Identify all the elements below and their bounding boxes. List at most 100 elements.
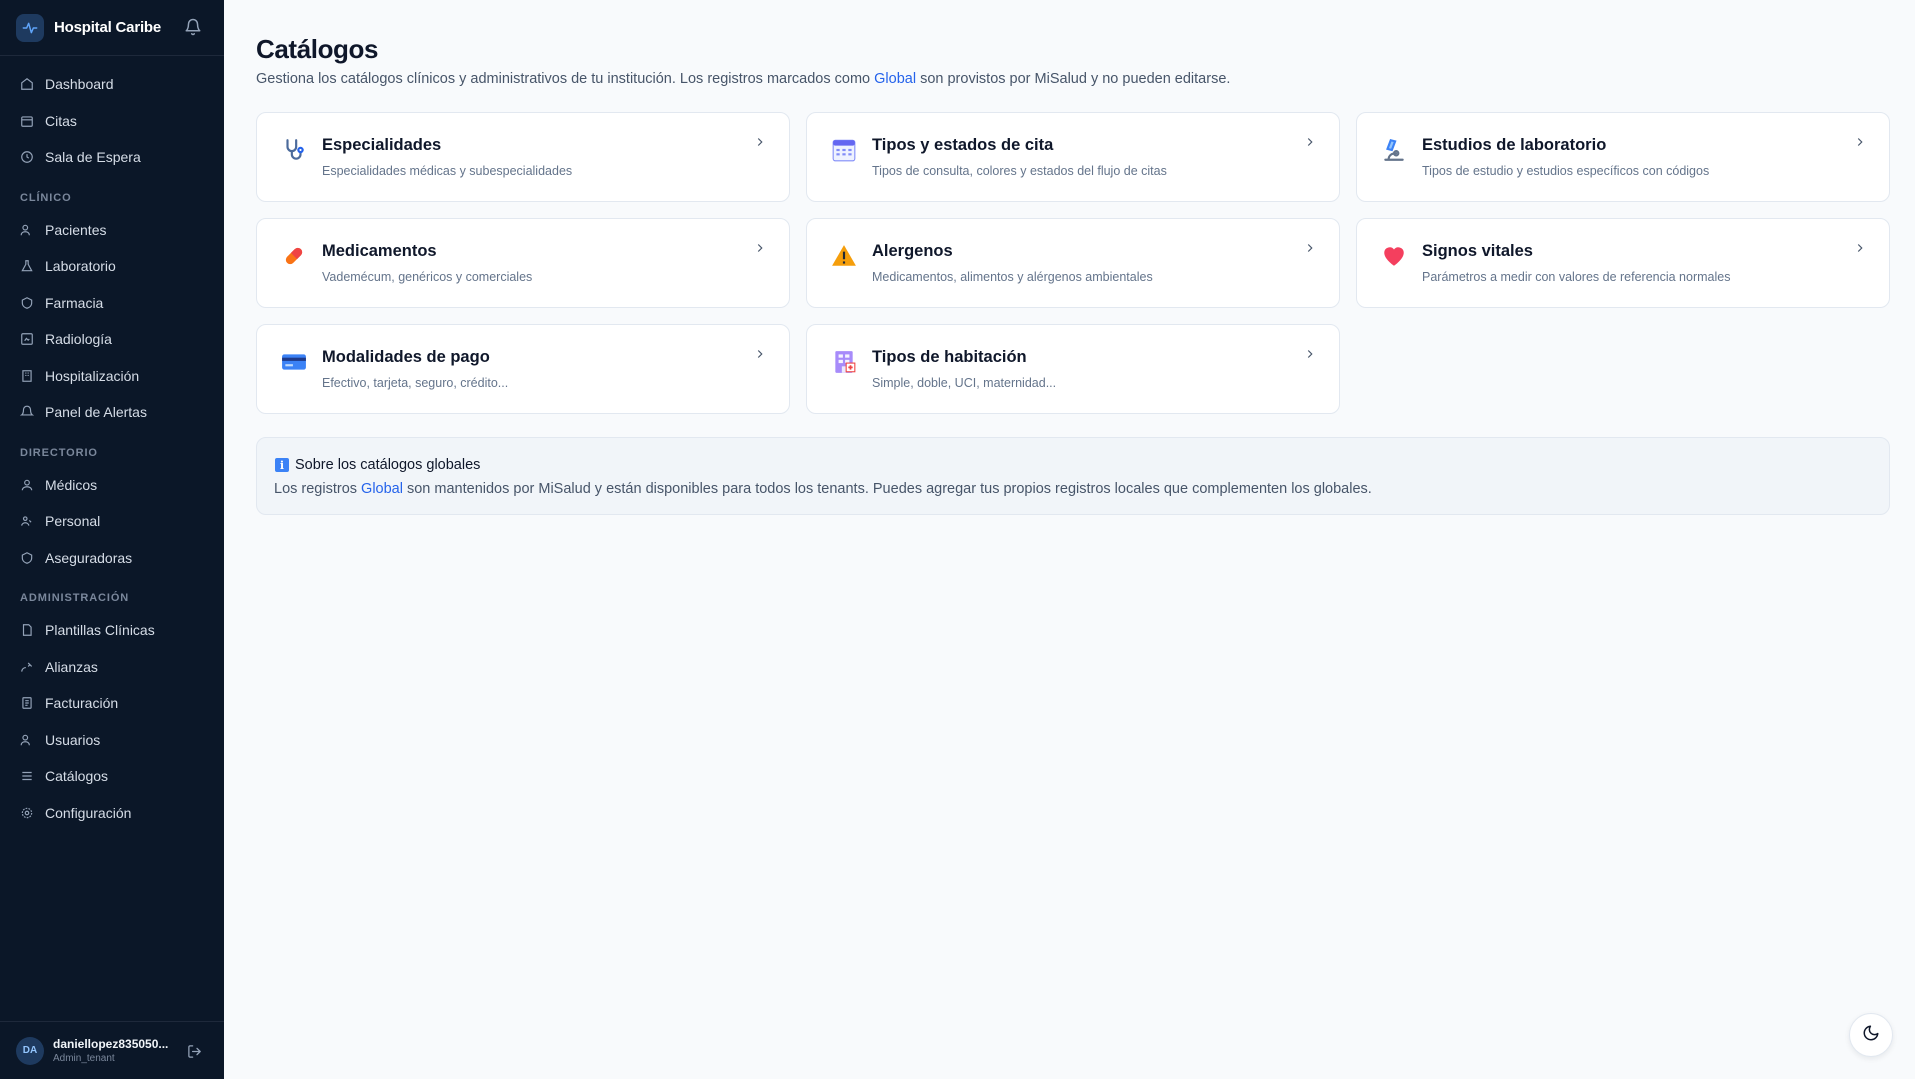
card-title: Alergenos — [872, 242, 953, 260]
card-title: Modalidades de pago — [322, 348, 490, 366]
sidebar-item-label: Facturación — [45, 695, 119, 712]
subtitle-text-end: son provistos por MiSalud y no pueden ed… — [916, 71, 1231, 87]
hospital-bed-icon — [831, 349, 857, 375]
sidebar-item-aseguradoras[interactable]: Aseguradoras — [0, 540, 224, 577]
sidebar: Hospital Caribe Dashboard Citas Sala de … — [0, 0, 224, 1079]
sidebar-item-personal[interactable]: Personal — [0, 503, 224, 540]
chevron-right-icon — [1303, 347, 1317, 366]
sidebar-item-dashboard[interactable]: Dashboard — [0, 66, 224, 103]
card-description: Vademécum, genéricos y comerciales — [322, 270, 533, 284]
user-bar: DA daniellopez835050... Admin_tenant — [0, 1021, 224, 1079]
user-role: Admin_tenant — [53, 1053, 115, 1064]
sidebar-item-farmacia[interactable]: Farmacia — [0, 285, 224, 322]
notifications-bell-icon[interactable] — [184, 18, 202, 41]
avatar[interactable]: DA — [16, 1036, 44, 1065]
sidebar-item-label: Citas — [45, 112, 77, 129]
list-icon — [20, 769, 34, 783]
global-link[interactable]: Global — [874, 71, 916, 87]
sidebar-item-facturacion[interactable]: Facturación — [0, 685, 224, 722]
sidebar-item-panel-de-alertas[interactable]: Panel de Alertas — [0, 394, 224, 431]
subtitle-text: Gestiona los catálogos clínicos y admini… — [256, 71, 875, 87]
card-title: Signos vitales — [1422, 242, 1533, 260]
catalog-card-tipos-estados-cita[interactable]: Tipos y estados de cita Tipos de consult… — [806, 112, 1340, 202]
sidebar-item-usuarios[interactable]: Usuarios — [0, 722, 224, 759]
chevron-right-icon — [753, 135, 767, 154]
sidebar-item-medicos[interactable]: Médicos — [0, 467, 224, 504]
microscope-icon — [1381, 137, 1407, 163]
card-title: Especialidades — [322, 136, 442, 154]
sidebar-item-plantillas-clinicas[interactable]: Plantillas Clínicas — [0, 612, 224, 649]
nav-section-clinico: CLÍNICO — [20, 191, 72, 204]
moon-icon — [1862, 1024, 1880, 1047]
sidebar-item-pacientes[interactable]: Pacientes — [0, 212, 224, 249]
info-icon: i — [275, 458, 289, 472]
card-description: Especialidades médicas y subespecialidad… — [322, 164, 573, 178]
global-link[interactable]: Global — [361, 481, 403, 497]
page-title: Catálogos — [256, 34, 379, 64]
chevron-right-icon — [1853, 241, 1867, 260]
info-text: Los registros Global son mantenidos por … — [274, 481, 1372, 497]
catalog-card-modalidades-pago[interactable]: Modalidades de pago Efectivo, tarjeta, s… — [256, 324, 790, 414]
sidebar-item-laboratorio[interactable]: Laboratorio — [0, 248, 224, 285]
pulse-logo-icon[interactable] — [16, 13, 44, 42]
shield-icon — [20, 551, 34, 565]
nav-section-directorio: DIRECTORIO — [20, 446, 98, 459]
chevron-right-icon — [753, 241, 767, 260]
sidebar-item-label: Plantillas Clínicas — [45, 622, 155, 639]
file-icon — [20, 623, 34, 637]
theme-toggle-button[interactable] — [1849, 1013, 1893, 1057]
handshake-icon — [20, 660, 34, 674]
catalog-card-estudios-laboratorio[interactable]: Estudios de laboratorio Tipos de estudio… — [1356, 112, 1890, 202]
credit-card-icon — [281, 349, 307, 375]
brand-header: Hospital Caribe — [0, 0, 224, 56]
sidebar-item-catalogos[interactable]: Catálogos — [0, 758, 224, 795]
sidebar-item-label: Configuración — [45, 804, 132, 821]
user-info: daniellopez835050... Admin_tenant — [53, 1037, 181, 1064]
chevron-right-icon — [1303, 241, 1317, 260]
gear-icon — [20, 806, 34, 820]
sidebar-item-configuracion[interactable]: Configuración — [0, 795, 224, 832]
heart-icon — [1381, 243, 1407, 269]
sidebar-item-label: Catálogos — [45, 768, 109, 785]
sidebar-item-label: Personal — [45, 513, 101, 530]
card-description: Parámetros a medir con valores de refere… — [1422, 270, 1731, 284]
catalog-card-tipos-habitacion[interactable]: Tipos de habitación Simple, doble, UCI, … — [806, 324, 1340, 414]
catalog-card-especialidades[interactable]: Especialidades Especialidades médicas y … — [256, 112, 790, 202]
calendar-icon — [20, 114, 34, 128]
sidebar-item-label: Usuarios — [45, 731, 101, 748]
sidebar-item-label: Panel de Alertas — [45, 404, 147, 421]
card-description: Medicamentos, alimentos y alérgenos ambi… — [872, 270, 1153, 284]
logout-icon[interactable] — [187, 1044, 202, 1064]
chevron-right-icon — [753, 347, 767, 366]
info-text-start: Los registros — [274, 481, 362, 497]
card-title: Tipos de habitación — [872, 348, 1027, 366]
clock-icon — [20, 150, 34, 164]
info-text-end: son mantenidos por MiSalud y están dispo… — [402, 481, 1372, 497]
chevron-right-icon — [1303, 135, 1317, 154]
user-group-icon — [20, 514, 34, 528]
global-catalogs-info: i Sobre los catálogos globales Los regis… — [256, 437, 1890, 515]
sidebar-item-label: Pacientes — [45, 221, 107, 238]
building-icon — [20, 369, 34, 383]
catalog-card-medicamentos[interactable]: Medicamentos Vademécum, genéricos y come… — [256, 218, 790, 308]
flask-icon — [20, 259, 34, 273]
receipt-icon — [20, 696, 34, 710]
info-title-text: Sobre los catálogos globales — [295, 457, 481, 473]
pill-icon — [281, 243, 307, 269]
stethoscope-icon — [281, 137, 307, 163]
catalog-card-signos-vitales[interactable]: Signos vitales Parámetros a medir con va… — [1356, 218, 1890, 308]
user-name: daniellopez835050... — [53, 1037, 169, 1051]
catalog-card-alergenos[interactable]: Alergenos Medicamentos, alimentos y alér… — [806, 218, 1340, 308]
page-subtitle: Gestiona los catálogos clínicos y admini… — [256, 71, 1230, 87]
sidebar-item-hospitalizacion[interactable]: Hospitalización — [0, 358, 224, 395]
sidebar-item-label: Dashboard — [45, 76, 114, 93]
warning-icon — [831, 243, 857, 269]
calendar-icon — [831, 137, 857, 163]
sidebar-item-label: Sala de Espera — [45, 149, 141, 166]
sidebar-item-alianzas[interactable]: Alianzas — [0, 649, 224, 686]
sidebar-item-label: Médicos — [45, 476, 98, 493]
sidebar-item-radiologia[interactable]: Radiología — [0, 321, 224, 358]
pill-icon — [20, 296, 34, 310]
sidebar-item-citas[interactable]: Citas — [0, 103, 224, 140]
sidebar-item-sala-de-espera[interactable]: Sala de Espera — [0, 139, 224, 176]
